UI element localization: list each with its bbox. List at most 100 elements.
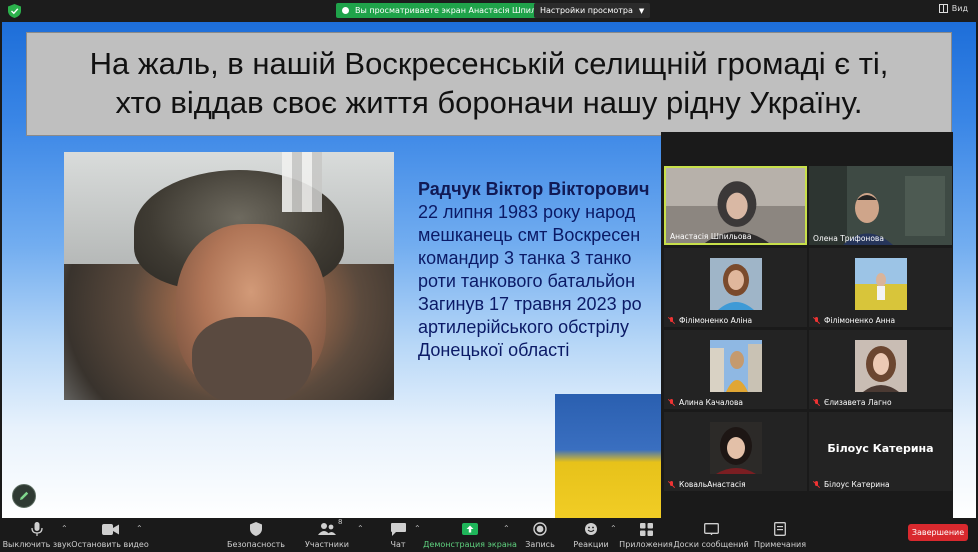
share-indicator-icon <box>342 7 349 14</box>
record-button[interactable]: Запись <box>524 518 556 552</box>
meeting-top-bar: Вы просматриваете экран Анастасія Шпильо… <box>0 0 978 22</box>
end-meeting-button[interactable]: Завершение <box>908 524 968 541</box>
chat-options-chevron-icon[interactable]: ⌃ <box>414 524 421 533</box>
reactions-label: Реакции <box>573 540 609 549</box>
security-shield-icon <box>8 4 21 18</box>
muted-mic-icon <box>668 480 675 489</box>
record-label: Запись <box>525 540 555 549</box>
chat-label: Чат <box>390 540 406 549</box>
share-banner-text: Вы просматриваете экран Анастасія Шпильо… <box>355 6 556 15</box>
stop-video-button[interactable]: Остановить видео <box>71 518 149 552</box>
participant-video <box>710 422 762 474</box>
gallery-header[interactable] <box>661 132 953 166</box>
share-screen-label: Демонстрация экрана <box>423 540 517 549</box>
participant-name: Філімоненко Аліна <box>668 316 752 325</box>
participant-video <box>710 258 762 310</box>
participant-tile[interactable]: Філімоненко Анна <box>809 248 952 327</box>
muted-mic-icon <box>668 398 675 407</box>
meeting-toolbar: Выключить звук ⌃ Остановить видео ⌃ Безо… <box>0 518 978 552</box>
bio-line: командир 3 танка 3 танко <box>418 248 632 268</box>
soldier-biography-text: Радчук Віктор Вікторович 22 липня 1983 р… <box>418 178 668 378</box>
participant-display-name: Білоус Катерина <box>827 442 934 455</box>
gallery-view-icon <box>938 4 948 13</box>
reactions-options-chevron-icon[interactable]: ⌃ <box>610 524 617 533</box>
slide-title-line: На жаль, в нашій Воскресенській селищній… <box>89 46 889 81</box>
muted-mic-icon <box>813 398 820 407</box>
ukraine-flag-image <box>555 394 675 518</box>
participants-label: Участники <box>304 540 350 549</box>
mute-button[interactable]: Выключить звук <box>3 518 71 552</box>
participant-video <box>855 258 907 310</box>
pixelated-patch <box>282 152 322 212</box>
share-screen-icon <box>461 521 479 537</box>
smiley-icon <box>582 521 600 537</box>
participants-gallery: Анастасія Шпильова Олена Трифонова Філім… <box>661 132 953 530</box>
participant-name: Єлизавета Лагно <box>813 398 892 407</box>
bio-line: 22 липня 1983 року народ <box>418 202 636 222</box>
pencil-icon <box>20 491 29 500</box>
whiteboards-button[interactable]: Доски сообщений <box>673 518 749 552</box>
share-options-chevron-icon[interactable]: ⌃ <box>503 524 510 533</box>
chat-button[interactable]: Чат <box>384 518 412 552</box>
participants-button[interactable]: 8 Участники <box>300 518 354 552</box>
bio-line: Донецької області <box>418 340 570 360</box>
security-shield-icon <box>247 521 265 537</box>
record-icon <box>531 521 549 537</box>
notes-icon <box>771 521 789 537</box>
reactions-button[interactable]: Реакции <box>573 518 609 552</box>
participant-tile[interactable]: Філімоненко Аліна <box>664 248 807 327</box>
security-label: Безопасность <box>227 540 285 549</box>
whiteboards-label: Доски сообщений <box>673 540 749 549</box>
participant-name: Філімоненко Анна <box>813 316 895 325</box>
participants-count: 8 <box>338 518 343 526</box>
participant-tile[interactable]: Олена Трифонова <box>809 166 952 245</box>
mute-label: Выключить звук <box>2 540 72 549</box>
participant-tile[interactable]: КовальАнастасія <box>664 412 807 491</box>
participant-tile[interactable]: Єлизавета Лагно <box>809 330 952 409</box>
participant-tile[interactable]: Алина Качалова <box>664 330 807 409</box>
participant-tile[interactable]: Анастасія Шпильова <box>664 166 807 245</box>
participant-name: Олена Трифонова <box>813 234 884 243</box>
muted-mic-icon <box>813 316 820 325</box>
participant-name: Білоус Катерина <box>813 480 890 489</box>
video-options-chevron-icon[interactable]: ⌃ <box>136 524 143 533</box>
microphone-icon <box>28 521 46 537</box>
notes-label: Примечания <box>753 540 807 549</box>
chat-bubble-icon <box>389 521 407 537</box>
soldier-portrait-photo <box>64 152 394 400</box>
participants-options-chevron-icon[interactable]: ⌃ <box>357 524 364 533</box>
bio-line: роти танкового батальйон <box>418 271 636 291</box>
apps-button[interactable]: Приложения <box>619 518 673 552</box>
slide-title: На жаль, в нашій Воскресенській селищній… <box>26 32 952 136</box>
slide-title-line: хто віддав своє життя бороначи нашу рідн… <box>115 85 863 120</box>
view-button[interactable]: Вид <box>938 4 968 13</box>
video-camera-icon <box>101 521 119 537</box>
participant-name: Анастасія Шпильова <box>670 232 752 241</box>
screen-share-banner: Вы просматриваете экран Анастасія Шпильо… <box>336 3 564 18</box>
soldier-name: Радчук Віктор Вікторович <box>418 179 650 199</box>
whiteboard-icon <box>702 521 720 537</box>
bio-line: Загинув 17 травня 2023 ро <box>418 294 642 314</box>
apps-label: Приложения <box>619 540 673 549</box>
view-settings-label: Настройки просмотра <box>540 6 633 15</box>
share-screen-button[interactable]: Демонстрация экрана <box>423 518 517 552</box>
participant-name: КовальАнастасія <box>668 480 746 489</box>
stop-video-label: Остановить видео <box>71 540 149 549</box>
view-button-label: Вид <box>951 4 968 13</box>
bio-line: артилерійського обстрілу <box>418 317 630 337</box>
notes-button[interactable]: Примечания <box>752 518 808 552</box>
muted-mic-icon <box>813 480 820 489</box>
participant-name: Алина Качалова <box>668 398 743 407</box>
participant-tile[interactable]: Білоус Катерина Білоус Катерина <box>809 412 952 491</box>
view-settings-dropdown[interactable]: Настройки просмотра ▼ <box>534 3 651 18</box>
muted-mic-icon <box>668 316 675 325</box>
mute-options-chevron-icon[interactable]: ⌃ <box>61 524 68 533</box>
participant-video <box>710 340 762 392</box>
security-button[interactable]: Безопасность <box>226 518 286 552</box>
participants-icon: 8 <box>318 518 342 537</box>
chevron-down-icon: ▼ <box>638 6 645 15</box>
bio-line: мешканець смт Воскресен <box>418 225 641 245</box>
annotate-pencil-button[interactable] <box>12 484 36 508</box>
participant-video <box>855 340 907 392</box>
apps-icon <box>637 521 655 537</box>
